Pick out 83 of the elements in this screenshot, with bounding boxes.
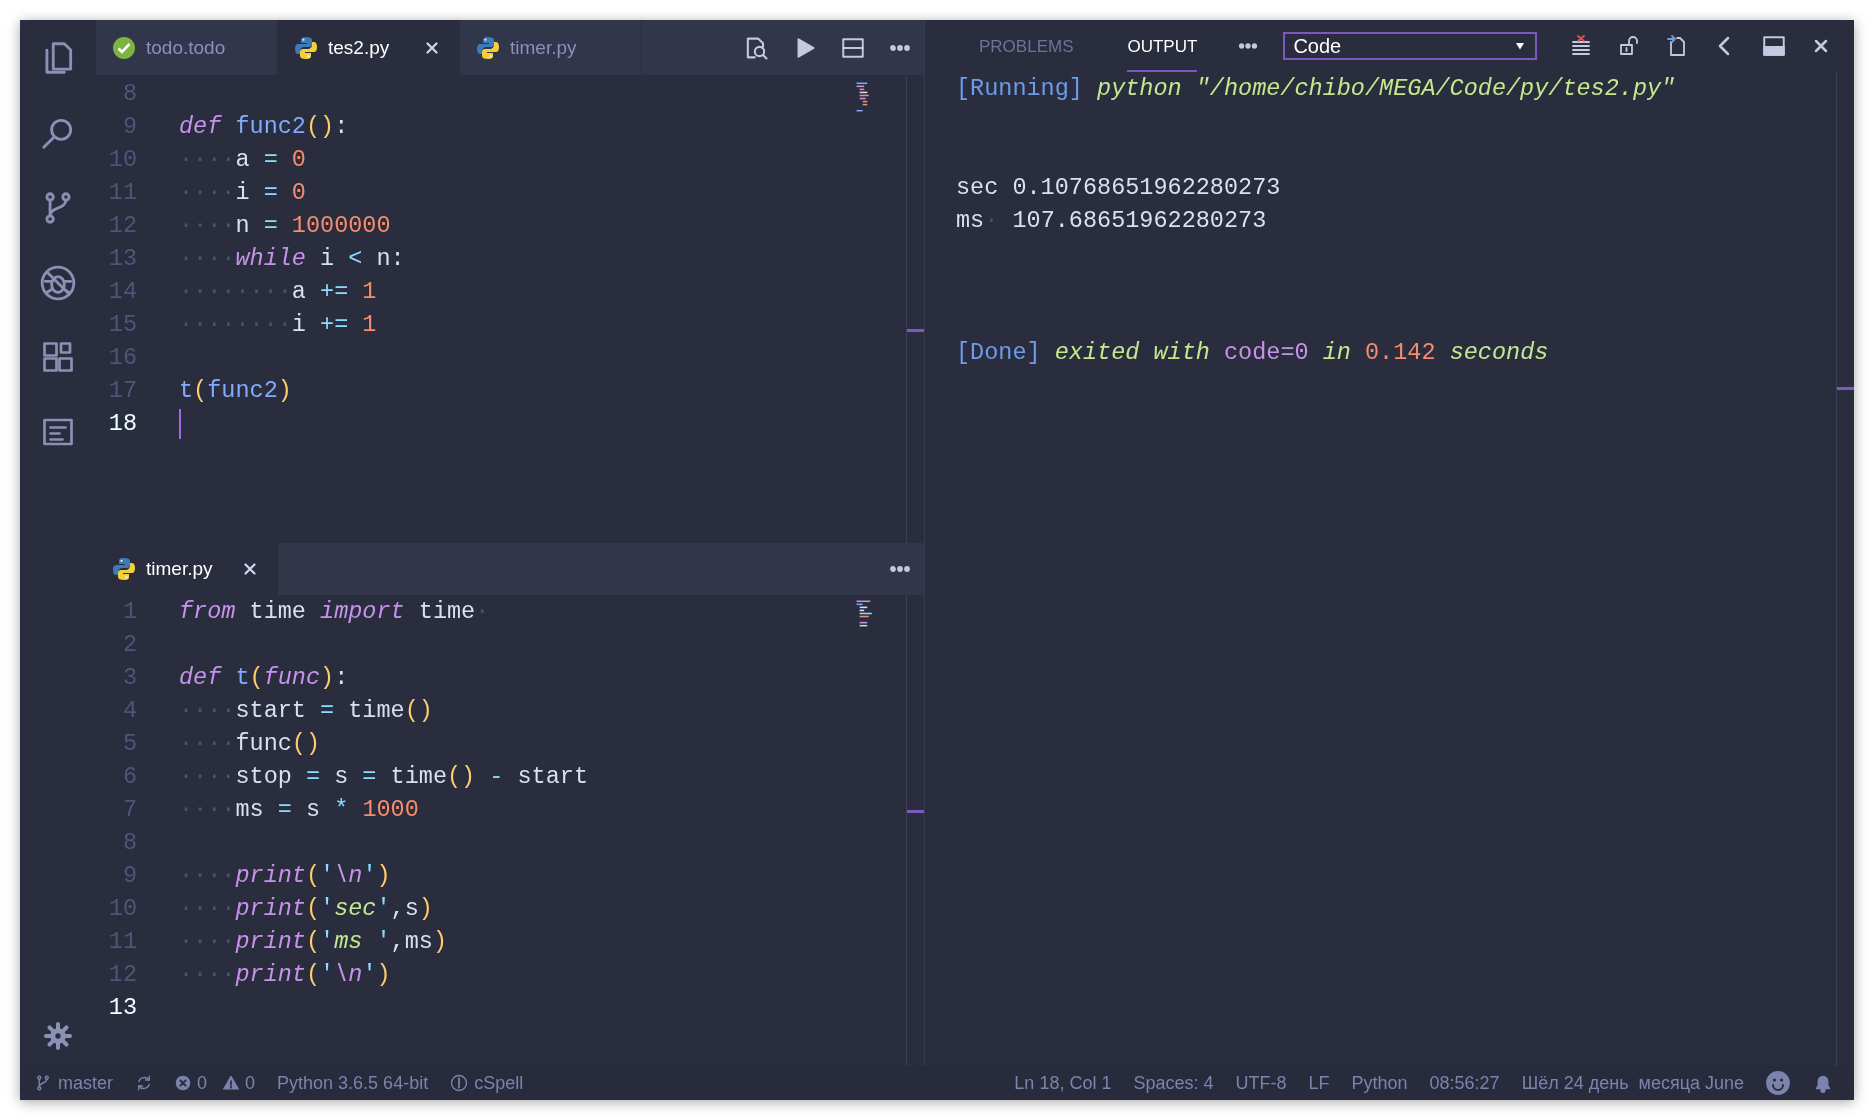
line-ending-label[interactable]: LF [1308, 1072, 1330, 1094]
editor-tab[interactable]: timer.py [96, 543, 278, 595]
alert-icon[interactable] [450, 1074, 469, 1092]
output-line: sec 0.10768651962280273 [956, 174, 1281, 201]
error-count[interactable]: 0 [197, 1072, 208, 1094]
spell-checker-label[interactable]: cSpell [474, 1072, 524, 1094]
clock-text: 08:56:27 [1429, 1072, 1500, 1094]
text-cursor [179, 408, 181, 439]
line-number: 8 [121, 80, 137, 107]
line-number: 7 [121, 796, 137, 823]
code-line: from time import time· [179, 598, 490, 625]
line-number: 8 [121, 829, 137, 856]
line-number: 2 [121, 631, 137, 658]
python-icon [112, 557, 136, 581]
output-line: ms· 107.68651962280273 [956, 207, 1267, 234]
extensions-icon[interactable] [40, 339, 76, 375]
line-number: 10 [107, 895, 137, 922]
code-line: t(func2) [179, 377, 292, 404]
settings-icon[interactable] [42, 1020, 74, 1052]
line-number: 13 [107, 994, 137, 1021]
interpreter-label[interactable]: Python 3.6.5 64-bit [277, 1072, 429, 1094]
warning-icon[interactable] [223, 1075, 240, 1091]
line-number: 12 [107, 212, 137, 239]
code-line: ····a = 0 [179, 146, 306, 173]
line-number: 9 [121, 113, 137, 140]
code-line: ····while i < n: [179, 245, 405, 272]
output-channel-select[interactable]: Code [1283, 32, 1538, 60]
code-line: ········a += 1 [179, 278, 377, 305]
debug-icon[interactable] [39, 264, 77, 302]
line-number: 5 [121, 730, 137, 757]
code-line: ····print('\n') [179, 961, 391, 988]
code-line: ····print('ms ',ms) [179, 928, 447, 955]
code-line: ····print('\n') [179, 862, 391, 889]
sync-icon[interactable] [135, 1074, 153, 1092]
output-line: [Running] python "/home/chibo/MEGA/Code/py/tes2.py" [956, 75, 1676, 102]
branch-icon[interactable] [34, 1074, 52, 1092]
panel-icon[interactable] [1761, 33, 1788, 59]
line-number: 4 [121, 697, 137, 724]
line-number: 13 [107, 245, 137, 272]
close-icon[interactable] [241, 560, 259, 578]
code-line: ····ms = s * 1000 [179, 796, 419, 823]
line-number: 11 [107, 928, 137, 955]
line-number: 17 [107, 377, 137, 404]
panel-tab[interactable]: PROBLEMS [979, 20, 1074, 72]
line-number: 15 [107, 311, 137, 338]
line-number: 18 [107, 410, 137, 437]
branch-name[interactable]: master [58, 1072, 113, 1094]
editor-tab[interactable]: timer.py [460, 20, 642, 75]
line-number: 9 [121, 862, 137, 889]
indentation-label[interactable]: Spaces: 4 [1133, 1072, 1214, 1094]
code-line: ····n = 1000000 [179, 212, 391, 239]
code-line: def t(func): [179, 664, 349, 691]
warning-count[interactable]: 0 [245, 1072, 256, 1094]
line-number: 10 [107, 146, 137, 173]
line-number: 11 [107, 179, 137, 206]
code-line: ········i += 1 [179, 311, 377, 338]
encoding-label[interactable]: UTF-8 [1235, 1072, 1287, 1094]
scrollbar-marker [907, 329, 924, 332]
date-text: Шёл 24 день месяца June [1521, 1072, 1744, 1094]
check-icon [112, 35, 136, 60]
scrollbar-marker [1837, 387, 1854, 390]
line-number: 3 [121, 664, 137, 691]
scrollbar-marker [907, 810, 924, 813]
python-icon [294, 35, 318, 60]
code-line: ····start = time() [179, 697, 433, 724]
panel-tab[interactable]: OUTPUT [1127, 20, 1198, 72]
code-line: ····i = 0 [179, 179, 306, 206]
python-icon [476, 35, 500, 60]
editor-tab[interactable]: tes2.py [278, 20, 460, 75]
line-number: 12 [107, 961, 137, 988]
code-line: def func2(): [179, 113, 349, 140]
error-icon[interactable] [175, 1075, 191, 1091]
line-number: 6 [121, 763, 137, 790]
code-line: ····print('sec',s) [179, 895, 433, 922]
code-line: ····stop = s = time() - start [179, 763, 589, 790]
language-label[interactable]: Python [1351, 1072, 1408, 1094]
line-number: 14 [107, 278, 137, 305]
smiley-icon[interactable] [1766, 1071, 1790, 1095]
cursor-position[interactable]: Ln 18, Col 1 [1014, 1072, 1112, 1094]
line-number: 1 [121, 598, 137, 625]
code-line: ····func() [179, 730, 321, 757]
output-line: [Done] exited with code=0 in 0.142 seconds [956, 339, 1549, 366]
line-number: 16 [107, 344, 137, 371]
